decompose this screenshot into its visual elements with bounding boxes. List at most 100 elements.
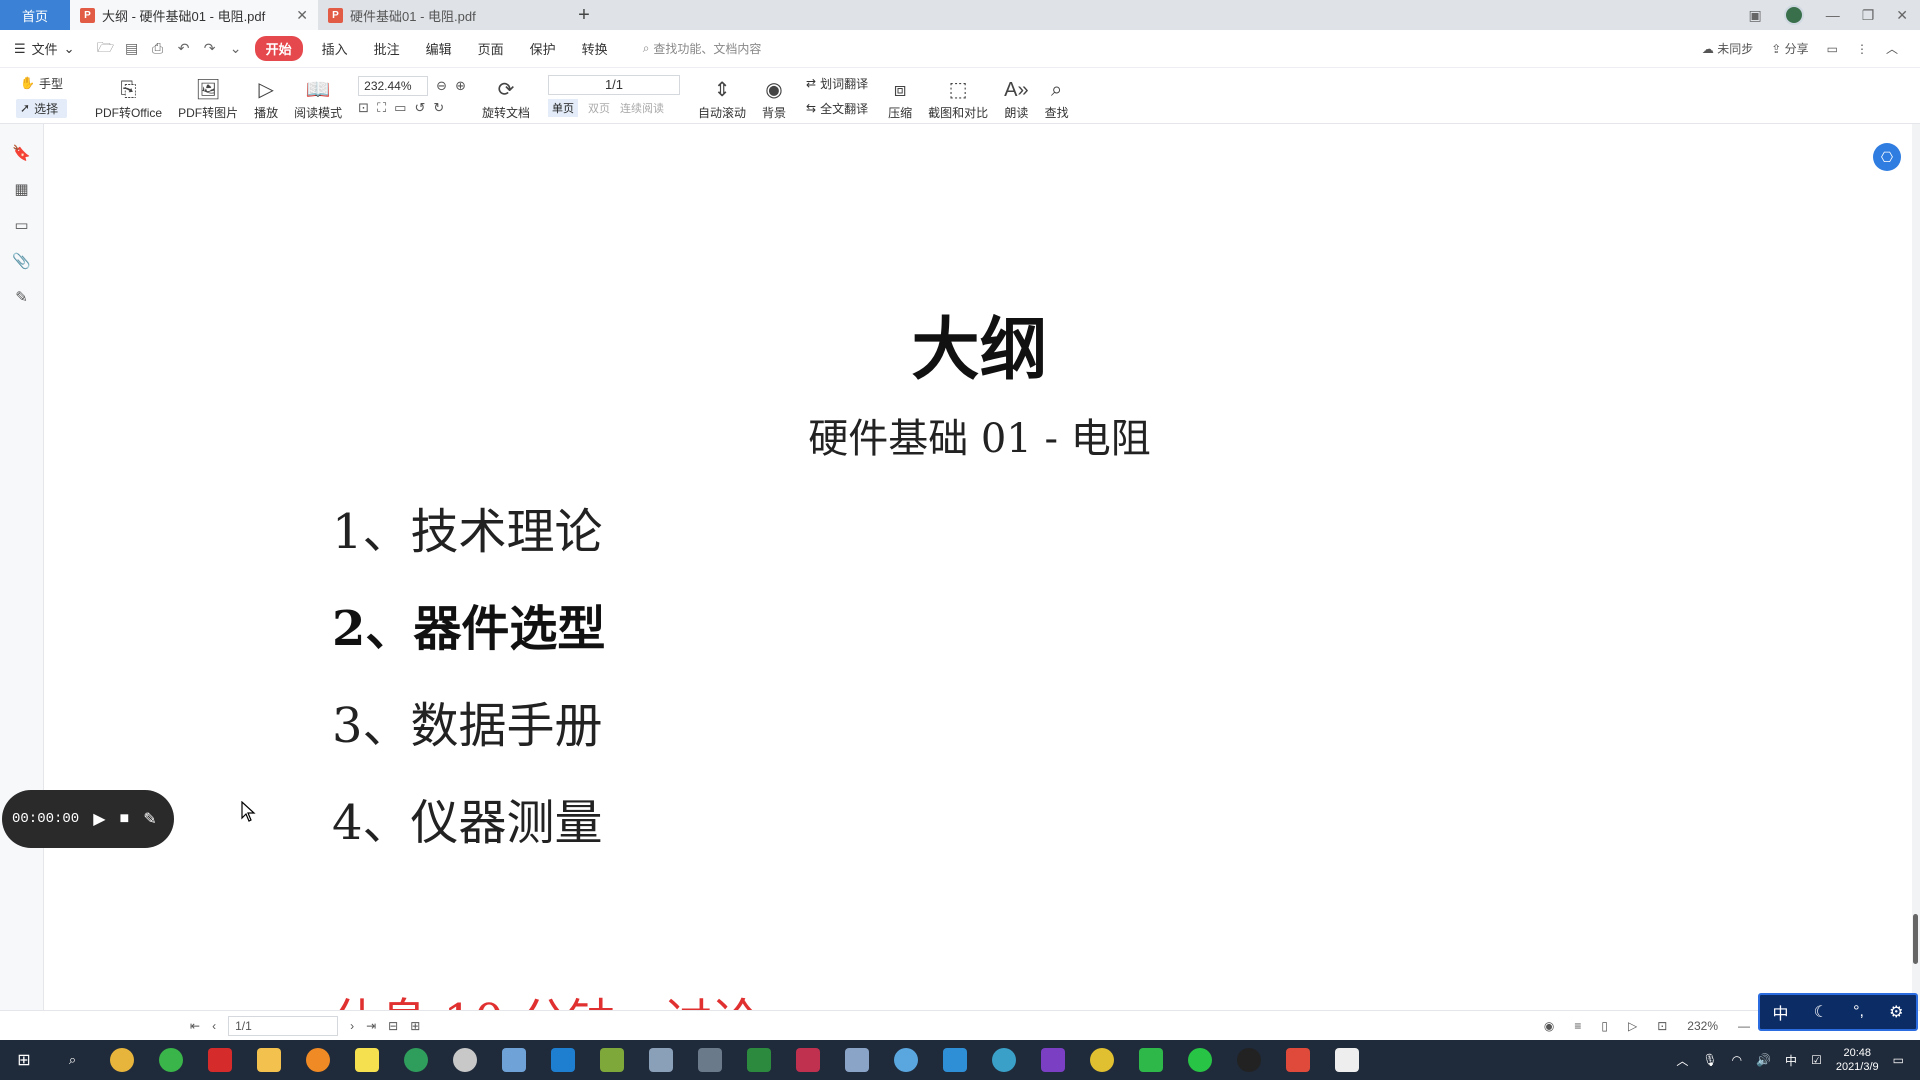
last-page-icon[interactable]: ⇥ xyxy=(366,1019,376,1033)
more-icon[interactable]: ⋮ xyxy=(1856,42,1868,56)
zoom-in-icon[interactable]: ⊕ xyxy=(455,78,466,94)
read-aloud-button[interactable]: A» 朗读 xyxy=(996,71,1036,121)
search-app-icon[interactable] xyxy=(293,1040,342,1080)
compress-button[interactable]: ⧈ 压缩 xyxy=(880,71,920,121)
app-icon[interactable] xyxy=(1077,1040,1126,1080)
assistant-float-button[interactable]: ⎔ xyxy=(1873,143,1901,171)
wps-icon[interactable] xyxy=(1273,1040,1322,1080)
zoom-out-icon[interactable]: ⊖ xyxy=(436,78,447,94)
hand-tool[interactable]: ✋ 手型 xyxy=(16,74,67,93)
customize-icon[interactable]: ⌄ xyxy=(223,40,249,57)
close-icon[interactable]: ✕ xyxy=(296,7,308,24)
app-icon[interactable] xyxy=(979,1040,1028,1080)
zoom-status[interactable]: 232% xyxy=(1687,1019,1718,1033)
stop-icon[interactable]: ■ xyxy=(120,810,130,828)
sync-status[interactable]: ☁ 未同步 xyxy=(1702,40,1753,57)
continuous-icon[interactable]: ≡ xyxy=(1574,1019,1581,1033)
layout-icon[interactable]: ▣ xyxy=(1748,7,1761,24)
clock[interactable]: 20:48 2021/3/9 xyxy=(1836,1046,1879,1074)
fit-page-icon[interactable]: ⛶ xyxy=(377,100,386,116)
app-icon[interactable] xyxy=(636,1040,685,1080)
punctuation-icon[interactable]: °, xyxy=(1853,1003,1864,1021)
notes-icon[interactable] xyxy=(342,1040,391,1080)
file-menu[interactable]: ☰ 文件 ⌄ xyxy=(14,39,75,58)
meeting-icon[interactable] xyxy=(538,1040,587,1080)
prev-page-icon[interactable]: ‹ xyxy=(212,1019,216,1033)
play-button[interactable]: ▷ 播放 xyxy=(246,71,286,121)
menu-insert[interactable]: 插入 xyxy=(309,39,361,58)
chevron-up-icon[interactable]: ︿ xyxy=(1676,1052,1688,1069)
select-tool[interactable]: ➚ 选择 xyxy=(16,98,67,118)
search-icon[interactable]: ⌕ xyxy=(48,1040,97,1080)
status-page-input[interactable]: 1/1 xyxy=(228,1015,339,1036)
new-tab-button[interactable]: + xyxy=(566,0,602,30)
browser-icon[interactable] xyxy=(391,1040,440,1080)
screenshot-compare-button[interactable]: ⬚ 截图和对比 xyxy=(920,71,996,121)
browser-green-icon[interactable] xyxy=(146,1040,195,1080)
open-folder-icon[interactable]: 🗁 xyxy=(93,37,119,61)
full-translate-button[interactable]: ⇆ 全文翻译 xyxy=(802,99,872,118)
app-icon[interactable] xyxy=(881,1040,930,1080)
comment-icon[interactable]: ▭ xyxy=(1827,42,1838,56)
mx-icon[interactable] xyxy=(930,1040,979,1080)
auto-scroll-button[interactable]: ⇕ 自动滚动 xyxy=(690,71,754,121)
ime-mode[interactable]: 中 xyxy=(1773,1000,1789,1024)
gear-icon[interactable]: ⚙ xyxy=(1889,1002,1903,1022)
eye-protect-icon[interactable]: ◉ xyxy=(1544,1019,1554,1033)
fit-width-icon[interactable]: ▭ xyxy=(394,100,406,116)
app-icon[interactable] xyxy=(832,1040,881,1080)
close-window-icon[interactable]: ✕ xyxy=(1896,7,1908,24)
signature-icon[interactable]: ✎ xyxy=(15,288,28,306)
single-page-button[interactable]: 单页 xyxy=(547,98,578,117)
find-button[interactable]: ⌕ 查找 xyxy=(1037,71,1077,121)
menu-start[interactable]: 开始 xyxy=(254,36,303,61)
app-icon[interactable] xyxy=(734,1040,783,1080)
bookmark-icon[interactable]: 🔖 xyxy=(12,144,31,162)
attachment-icon[interactable]: 📎 xyxy=(12,252,31,270)
share-button[interactable]: ⇪ 分享 xyxy=(1771,40,1808,57)
home-tab[interactable]: 首页 xyxy=(0,0,70,30)
menu-page[interactable]: 页面 xyxy=(465,39,517,58)
pdf-to-image-button[interactable]: 🖼 PDF转图片 xyxy=(170,71,246,121)
tray-language[interactable]: 中 xyxy=(1785,1052,1797,1069)
wechat-icon[interactable] xyxy=(1175,1040,1224,1080)
continuous-read-button[interactable]: 连续阅读 xyxy=(620,100,664,116)
page-number-input[interactable]: 1/1 xyxy=(547,74,680,95)
pads-icon[interactable] xyxy=(587,1040,636,1080)
app-icon[interactable] xyxy=(440,1040,489,1080)
checkbox-icon[interactable]: ☑ xyxy=(1811,1053,1822,1067)
read-mode-button[interactable]: 📖 阅读模式 xyxy=(286,71,350,121)
scrollbar-thumb[interactable] xyxy=(1913,914,1918,964)
avatar[interactable] xyxy=(1783,5,1804,25)
redo-icon[interactable]: ↷ xyxy=(197,40,223,57)
annotation-icon[interactable]: ▭ xyxy=(14,216,28,234)
qq-icon[interactable] xyxy=(1224,1040,1273,1080)
menu-protect[interactable]: 保护 xyxy=(517,39,569,58)
single-view-icon[interactable]: ▯ xyxy=(1601,1019,1608,1033)
app-icon[interactable] xyxy=(1126,1040,1175,1080)
wifi-icon[interactable]: ◠ xyxy=(1732,1053,1742,1067)
chrome-icon[interactable] xyxy=(97,1040,146,1080)
background-button[interactable]: ◉ 背景 xyxy=(754,71,794,121)
pdf-to-office-button[interactable]: ⎘ PDF转Office xyxy=(87,71,170,121)
rotate-right-icon[interactable]: ↻ xyxy=(433,100,444,116)
volume-icon[interactable]: 🔊 xyxy=(1756,1053,1771,1067)
next-page-icon[interactable]: › xyxy=(350,1019,354,1033)
document-view[interactable]: 大纲 硬件基础 01 - 电阻 1、技术理论 2、器件选型 3、数据手册 4、仪… xyxy=(44,124,1912,1040)
rotate-doc-button[interactable]: ⟳ 旋转文档 xyxy=(474,71,538,121)
first-page-icon[interactable]: ⇤ xyxy=(190,1019,200,1033)
windows-start-icon[interactable]: ⊞ xyxy=(0,1050,48,1070)
moon-icon[interactable]: ☾ xyxy=(1814,1002,1828,1022)
double-page-button[interactable]: 双页 xyxy=(588,100,610,116)
file-explorer-icon[interactable] xyxy=(244,1040,293,1080)
print-icon[interactable]: ⎙ xyxy=(145,40,171,57)
minimize-icon[interactable]: — xyxy=(1826,7,1840,23)
word-translate-button[interactable]: ⇄ 划词翻译 xyxy=(802,74,872,93)
thumbnail-icon[interactable]: ▦ xyxy=(14,180,28,198)
play-circle-icon[interactable]: ▷ xyxy=(1628,1019,1637,1033)
fit-width-status-icon[interactable]: ⊡ xyxy=(1657,1019,1667,1033)
rotate-left-icon[interactable]: ↺ xyxy=(414,100,425,116)
menu-annotate[interactable]: 批注 xyxy=(361,39,413,58)
app-red-icon[interactable] xyxy=(195,1040,244,1080)
feature-search[interactable]: ⌕ 查找功能、文档内容 xyxy=(643,40,762,57)
